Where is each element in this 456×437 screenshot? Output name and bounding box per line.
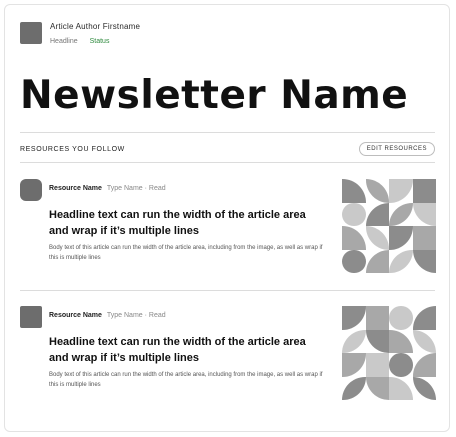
article-image[interactable]: [342, 306, 436, 400]
mosaic-tile: [342, 249, 366, 273]
mosaic-tile: [342, 329, 366, 353]
mosaic-tile: [342, 306, 366, 330]
newsletter-title: Newsletter Name: [20, 73, 409, 118]
mosaic-tile: [365, 306, 389, 330]
mosaic-tile: [365, 329, 389, 353]
mosaic-tile: [412, 249, 436, 273]
resources-label: RESOURCES YOU FOLLOW: [20, 145, 125, 153]
mosaic-tile: [365, 202, 389, 226]
article-body: Body text of this article can run the wi…: [49, 245, 323, 261]
mosaic-tile: [389, 226, 413, 250]
mosaic-tile: [365, 353, 389, 377]
list-item[interactable]: Resource Name Type Name · Read Headline …: [20, 306, 436, 402]
article-headline[interactable]: Headline text can run the width of the a…: [49, 334, 319, 366]
mosaic-tile: [389, 353, 413, 377]
resource-source: Resource Name Type Name · Read: [49, 185, 166, 192]
divider: [20, 162, 435, 163]
mosaic-tile: [342, 353, 366, 377]
author-avatar[interactable]: [20, 22, 42, 44]
article-headline[interactable]: Headline text can run the width of the a…: [49, 207, 319, 239]
mosaic-tile: [342, 226, 366, 250]
resource-source: Resource Name Type Name · Read: [49, 312, 166, 319]
resource-avatar[interactable]: [20, 306, 42, 328]
mosaic-tile: [365, 226, 389, 250]
author-meta-text: Headline: [50, 38, 78, 45]
mosaic-tile: [412, 329, 436, 353]
status-badge: Status: [89, 38, 110, 45]
mosaic-tile: [342, 179, 366, 203]
author-header[interactable]: Article Author Firstname Headline Status: [20, 22, 140, 47]
resource-avatar[interactable]: [20, 179, 42, 201]
resource-meta: Type Name · Read: [106, 312, 166, 319]
mosaic-tile: [412, 202, 436, 226]
list-item[interactable]: Resource Name Type Name · Read Headline …: [20, 179, 436, 275]
mosaic-tile: [389, 376, 413, 400]
mosaic-tile: [389, 249, 413, 273]
mosaic-tile: [412, 353, 436, 377]
mosaic-tile: [389, 306, 413, 330]
mosaic-tile: [389, 202, 413, 226]
mosaic-tile: [389, 179, 413, 203]
resources-header: RESOURCES YOU FOLLOW EDIT RESOURCES: [20, 142, 435, 156]
resource-meta: Type Name · Read: [106, 185, 166, 192]
author-text: Article Author Firstname Headline Status: [50, 22, 140, 47]
resource-name[interactable]: Resource Name: [49, 312, 102, 319]
mosaic-tile: [365, 376, 389, 400]
mosaic-tile: [365, 249, 389, 273]
mosaic-tile: [342, 376, 366, 400]
edit-resources-button[interactable]: EDIT RESOURCES: [358, 142, 435, 156]
mosaic-tile: [342, 202, 366, 226]
mosaic-tile: [389, 329, 413, 353]
author-name[interactable]: Article Author Firstname: [50, 22, 140, 32]
divider: [20, 132, 435, 133]
author-meta: Headline Status: [50, 37, 140, 47]
mosaic-tile: [365, 179, 389, 203]
article-image[interactable]: [342, 179, 436, 273]
mosaic-tile: [412, 376, 436, 400]
mosaic-tile: [412, 226, 436, 250]
resource-name[interactable]: Resource Name: [49, 185, 102, 192]
divider: [20, 290, 435, 291]
mosaic-tile: [412, 179, 436, 203]
mosaic-tile: [412, 306, 436, 330]
article-body: Body text of this article can run the wi…: [49, 372, 323, 388]
